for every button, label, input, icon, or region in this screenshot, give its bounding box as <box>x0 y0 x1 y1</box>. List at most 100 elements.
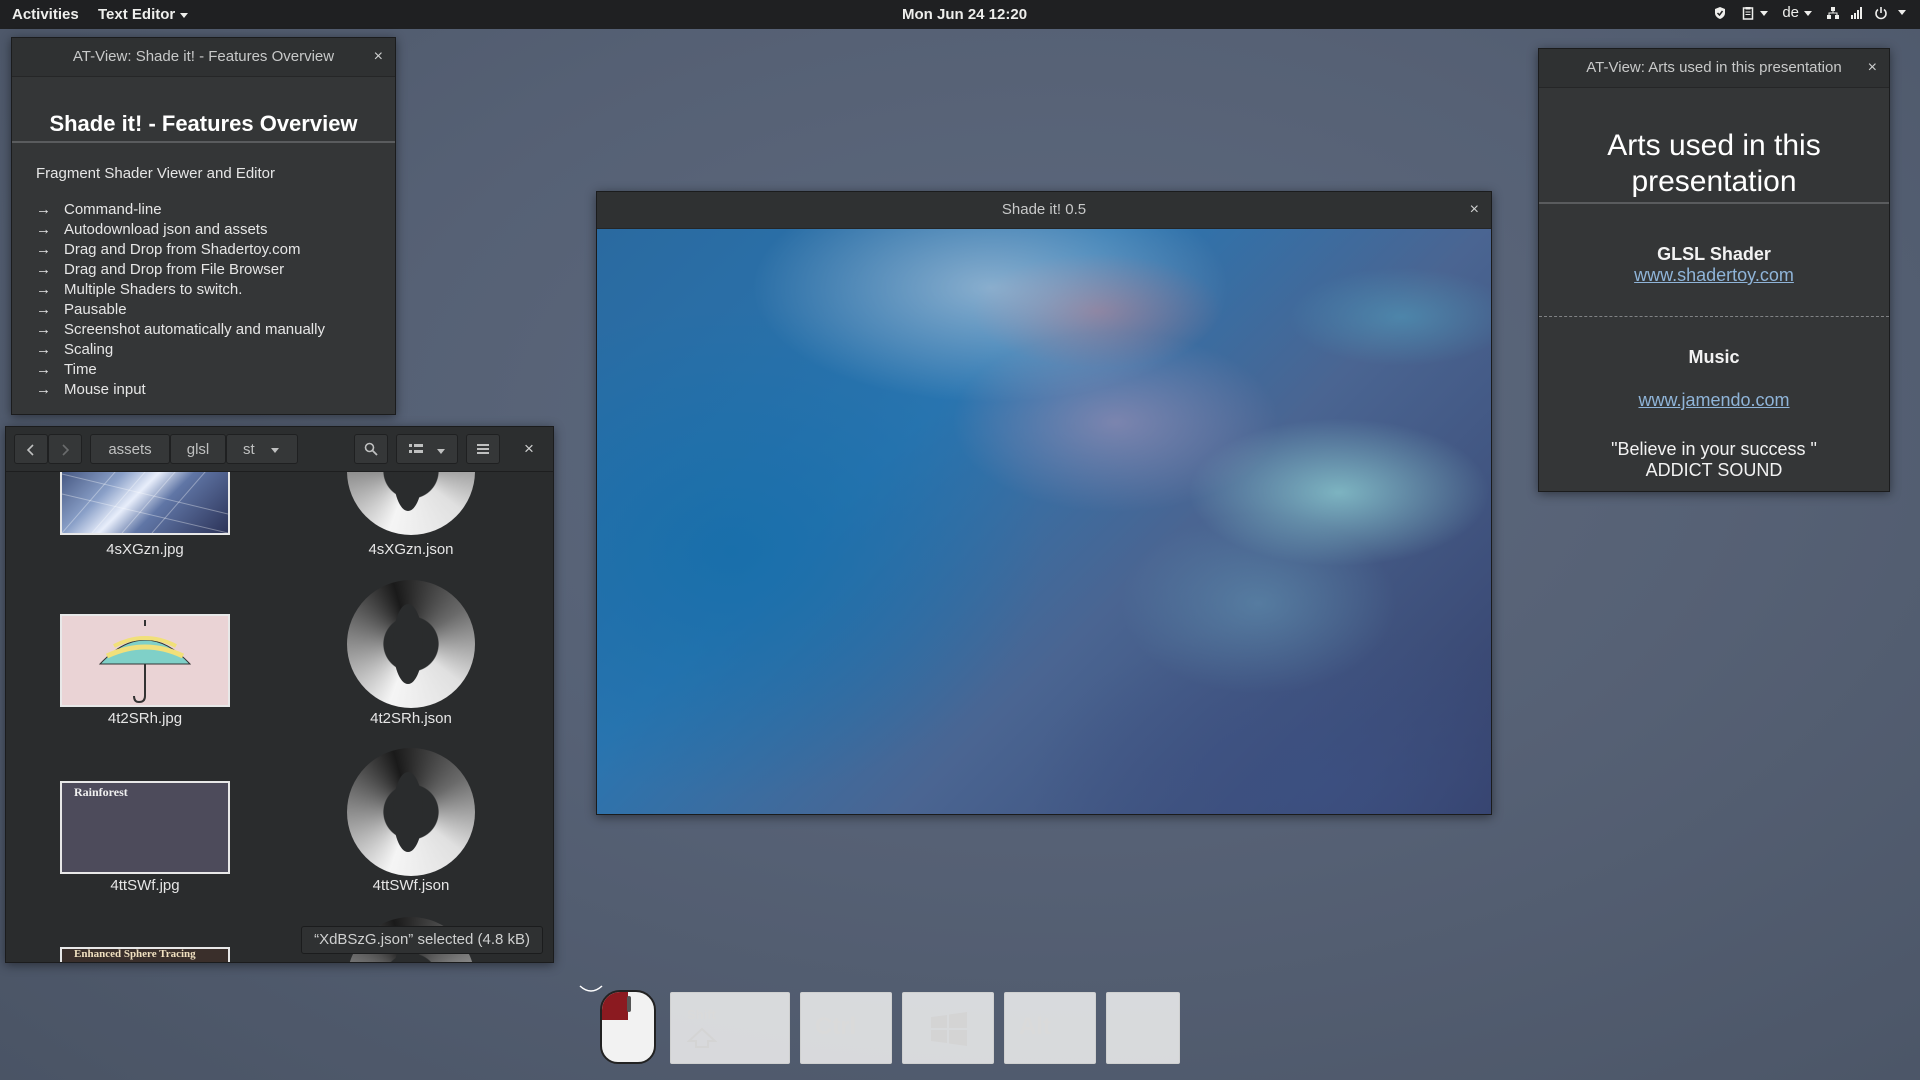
file-thumbnail-4t2SRh-jpg[interactable] <box>60 614 230 707</box>
chevron-down-icon <box>270 447 279 453</box>
arrow-right-icon: → <box>36 201 51 218</box>
list-item: → Multiple Shaders to switch. <box>36 280 395 300</box>
system-status-menu[interactable] <box>1826 6 1906 20</box>
close-icon[interactable]: × <box>1470 192 1479 228</box>
breadcrumb-st[interactable]: st <box>226 434 298 464</box>
shader-viewer-window: Shade it! 0.5 × <box>596 191 1492 815</box>
view-mode-button[interactable] <box>396 434 458 464</box>
clipboard-menu[interactable] <box>1741 4 1769 21</box>
system-tray: de <box>1713 4 1906 21</box>
list-item: → Mouse input <box>36 380 395 400</box>
page-heading: Arts used in this presentation <box>1539 128 1889 204</box>
feature-label: Scaling <box>64 341 114 358</box>
arrow-right-icon: → <box>36 361 51 378</box>
volume-icon <box>1851 6 1862 19</box>
blank-key <box>1106 992 1180 1064</box>
menu-button[interactable] <box>466 434 500 464</box>
feature-label: Time <box>64 361 97 378</box>
chevron-left-icon <box>26 444 34 456</box>
page-subtitle: Fragment Shader Viewer and Editor <box>36 165 276 182</box>
clock[interactable]: Mon Jun 24 12:20 <box>902 6 1027 23</box>
window-titlebar[interactable]: Shade it! 0.5 × <box>597 192 1491 229</box>
file-name[interactable]: 4sXGzn.json <box>311 541 511 558</box>
arrow-right-icon: → <box>36 261 51 278</box>
shift-arrow-icon <box>687 1027 717 1048</box>
json-file-icon[interactable] <box>347 580 475 708</box>
keyboard-layout-menu[interactable]: de <box>1782 4 1812 21</box>
window-titlebar[interactable]: AT-View: Shade it! - Features Overview × <box>12 38 395 77</box>
divider <box>1539 316 1889 317</box>
chevron-down-icon <box>180 12 189 18</box>
windows-logo-icon <box>931 1012 967 1046</box>
mouse-icon <box>600 990 656 1064</box>
grid-pattern-icon <box>62 472 228 533</box>
list-item: → Time <box>36 360 395 380</box>
chevron-down-icon <box>1898 10 1906 15</box>
shift-key: Shift <box>670 992 790 1064</box>
window-title: Shade it! 0.5 <box>1001 201 1087 218</box>
page-heading: Shade it! - Features Overview <box>12 111 395 143</box>
super-key <box>902 992 994 1064</box>
close-icon[interactable]: × <box>374 38 383 76</box>
file-grid: 4sXGzn.jpg 4sXGzn.json 4t2SRh.jpg 4t2SRh… <box>6 472 553 962</box>
json-file-icon[interactable] <box>347 748 475 876</box>
list-item: → Screenshot automatically and manually <box>36 320 395 340</box>
file-name[interactable]: 4t2SRh.json <box>311 710 511 727</box>
feature-label: Multiple Shaders to switch. <box>64 281 243 298</box>
shadertoy-link[interactable]: www.shadertoy.com <box>1539 265 1889 286</box>
shield-icon[interactable] <box>1713 4 1727 21</box>
close-icon[interactable]: × <box>514 434 544 464</box>
arrow-right-icon: → <box>36 341 51 358</box>
file-thumbnail-4ttSWf-jpg[interactable]: Rainforest <box>60 781 230 874</box>
arrow-right-icon: → <box>36 221 51 238</box>
feature-label: Drag and Drop from File Browser <box>64 261 285 278</box>
window-titlebar[interactable]: AT-View: Arts used in this presentation … <box>1539 49 1889 88</box>
glsl-section-title: GLSL Shader <box>1657 244 1771 264</box>
file-thumbnail-partial[interactable]: Enhanced Sphere Tracing <box>60 947 230 962</box>
thumbnail-text: Enhanced Sphere Tracing <box>74 948 196 960</box>
file-name[interactable]: 4sXGzn.jpg <box>45 541 245 558</box>
app-menu-label: Text Editor <box>98 6 176 23</box>
breadcrumb-assets[interactable]: assets <box>90 434 170 464</box>
music-section-title: Music <box>1688 347 1740 367</box>
jamendo-link[interactable]: www.jamendo.com <box>1539 390 1889 411</box>
chevron-down-icon <box>1804 10 1812 16</box>
feature-label: Screenshot automatically and manually <box>64 321 325 338</box>
feature-label: Mouse input <box>64 381 146 398</box>
file-thumbnail-4sXGzn-jpg[interactable] <box>60 472 230 535</box>
close-icon[interactable]: × <box>1868 49 1877 87</box>
arrow-right-icon: → <box>36 321 51 338</box>
feature-label: Pausable <box>64 301 127 318</box>
file-name[interactable]: 4ttSWf.json <box>311 877 511 894</box>
chevron-down-icon <box>437 448 445 454</box>
chevron-right-icon <box>62 444 70 456</box>
selection-status: “XdBSzG.json” selected (4.8 kB) <box>301 926 543 954</box>
key-label: Alt <box>1019 1013 1051 1040</box>
features-overview-window: AT-View: Shade it! - Features Overview ×… <box>11 37 396 415</box>
app-menu[interactable]: Text Editor <box>98 6 189 23</box>
file-name[interactable]: 4t2SRh.jpg <box>45 710 245 727</box>
key-label: Shift <box>687 1007 716 1022</box>
breadcrumb-glsl[interactable]: glsl <box>170 434 226 464</box>
list-view-icon <box>409 444 423 453</box>
json-file-icon[interactable] <box>347 472 475 535</box>
shader-canvas[interactable] <box>597 229 1491 814</box>
back-button[interactable] <box>14 434 48 464</box>
network-wired-icon <box>1827 6 1839 19</box>
feature-list: → Command-line → Autodownload json and ass… <box>12 200 395 400</box>
feature-label: Command-line <box>64 201 162 218</box>
activities-button[interactable]: Activities <box>12 6 79 23</box>
file-browser-window: assets glsl st × 4sXGzn.jpg 4sXGzn.json <box>5 426 554 963</box>
search-icon <box>364 442 378 456</box>
file-name[interactable]: 4ttSWf.jpg <box>45 877 245 894</box>
list-item: → Command-line <box>36 200 395 220</box>
list-item: → Pausable <box>36 300 395 320</box>
arts-window: AT-View: Arts used in this presentation … <box>1538 48 1890 492</box>
arrow-right-icon: → <box>36 301 51 318</box>
umbrella-icon <box>98 620 192 704</box>
window-title: AT-View: Arts used in this presentation <box>1586 59 1842 76</box>
forward-button[interactable] <box>48 434 82 464</box>
artist-name: ADDICT SOUND <box>1645 460 1783 480</box>
search-button[interactable] <box>354 434 388 464</box>
music-credit: "Believe in your success " ADDICT SOUND <box>1539 439 1889 481</box>
